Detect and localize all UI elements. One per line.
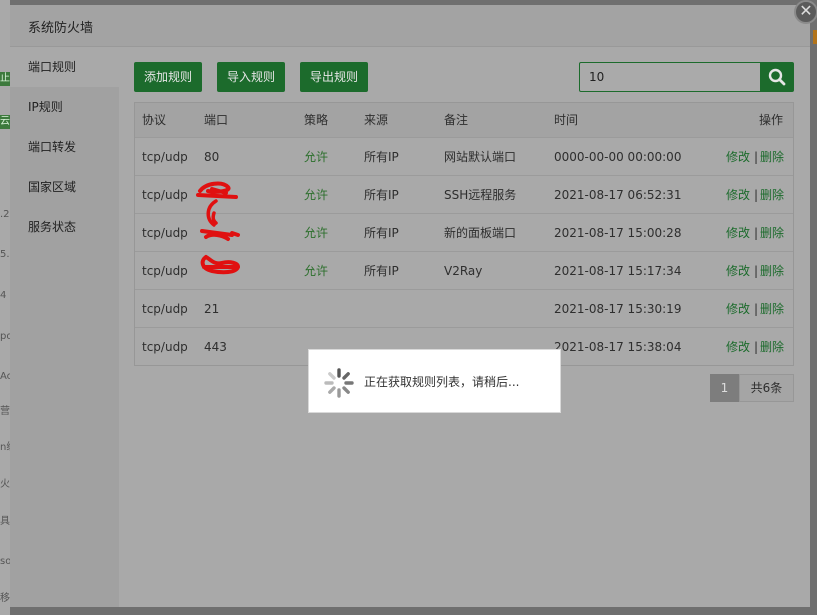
cell-protocol: tcp/udp	[142, 340, 188, 354]
background-fragment: Ac	[0, 371, 10, 382]
background-fragment: 火墙	[0, 479, 10, 490]
edit-link[interactable]: 修改	[726, 214, 750, 252]
delete-link[interactable]: 删除	[760, 290, 784, 328]
background-fragment: po	[0, 331, 10, 342]
cell-port: 443	[204, 340, 227, 354]
cell-time: 2021-08-17 15:00:28	[554, 226, 682, 240]
cell-port: 21	[204, 302, 220, 316]
background-fragment: 营	[0, 406, 10, 417]
cell-protocol: tcp/udp	[142, 188, 188, 202]
loading-dialog: 正在获取规则列表，请稍后...	[308, 349, 561, 413]
cell-time: 2021-08-17 06:52:31	[554, 188, 682, 202]
delete-link[interactable]: 删除	[760, 176, 784, 214]
action-separator: |	[754, 340, 759, 354]
rules-table: 协议 端口 策略 来源 备注 时间 操作 tcp/udp 80 允许 所有IP …	[134, 102, 794, 413]
background-fragment: 云i	[0, 115, 10, 129]
cell-time: 2021-08-17 15:17:34	[554, 264, 682, 278]
cell-source: 所有IP	[364, 264, 399, 278]
table-row: tcp/udp 21 2021-08-17 15:30:19 修改 | 删除	[135, 290, 793, 328]
delete-link[interactable]: 删除	[760, 138, 784, 176]
cell-note: V2Ray	[444, 264, 483, 278]
column-header-actions: 操作	[759, 113, 784, 127]
cell-source: 所有IP	[364, 150, 399, 164]
cell-time: 2021-08-17 15:38:04	[554, 340, 682, 354]
cell-policy: 允许	[304, 264, 329, 278]
close-icon[interactable]: ✕	[794, 0, 817, 24]
table-header: 协议 端口 策略 来源 备注 时间 操作	[135, 103, 793, 138]
cell-source: 所有IP	[364, 226, 399, 240]
sidebar-item-port-forward[interactable]: 端口转发	[10, 127, 119, 167]
page-1-button[interactable]: 1	[710, 374, 739, 402]
cell-note: 新的面板端口	[444, 226, 517, 240]
cell-policy: 允许	[304, 150, 329, 164]
action-separator: |	[754, 226, 759, 240]
cell-protocol: tcp/udp	[142, 264, 188, 278]
sidebar-item-ip-rules[interactable]: IP规则	[10, 87, 119, 127]
add-rule-button[interactable]: 添加规则	[134, 62, 203, 92]
column-header-protocol: 协议	[142, 113, 167, 127]
sidebar: 端口规则 IP规则 端口转发 国家区域 服务状态	[10, 47, 119, 607]
search-input[interactable]: 10	[579, 62, 761, 92]
background-fragment: .2	[0, 209, 10, 220]
redaction-scribble	[196, 181, 241, 275]
cell-source: 所有IP	[364, 188, 399, 202]
background-fragment: so	[0, 556, 10, 567]
edit-link[interactable]: 修改	[726, 138, 750, 176]
modal-title: 系统防火墙	[28, 21, 94, 36]
column-header-note: 备注	[444, 113, 469, 127]
column-header-source: 来源	[364, 113, 389, 127]
cell-note: 网站默认端口	[444, 150, 517, 164]
edit-link[interactable]: 修改	[726, 252, 750, 290]
sidebar-item-service-status[interactable]: 服务状态	[10, 207, 119, 247]
edit-link[interactable]: 修改	[726, 328, 750, 366]
cell-time: 0000-00-00 00:00:00	[554, 150, 682, 164]
edit-link[interactable]: 修改	[726, 176, 750, 214]
export-rules-button[interactable]: 导出规则	[300, 62, 369, 92]
delete-link[interactable]: 删除	[760, 214, 784, 252]
action-separator: |	[754, 302, 759, 316]
column-header-policy: 策略	[304, 113, 329, 127]
firewall-modal: 系统防火墙 ✕ 端口规则 IP规则 端口转发 国家区域 服务状态 添加规则 导入…	[10, 0, 817, 607]
total-count: 共6条	[739, 374, 794, 402]
background-page: 止 云i .2 5. 4 po Ac 营 n级 火墙 具 so 移	[0, 0, 10, 615]
delete-link[interactable]: 删除	[760, 328, 784, 366]
modal-header: 系统防火墙	[10, 5, 810, 47]
cell-protocol: tcp/udp	[142, 150, 188, 164]
action-separator: |	[754, 188, 759, 202]
search-button[interactable]	[760, 62, 794, 92]
cell-protocol: tcp/udp	[142, 302, 188, 316]
background-fragment: 4	[0, 290, 7, 301]
delete-link[interactable]: 删除	[760, 252, 784, 290]
search-icon	[768, 68, 786, 86]
sidebar-item-country-region[interactable]: 国家区域	[10, 167, 119, 207]
background-fragment: 具	[0, 516, 10, 527]
column-header-port: 端口	[204, 113, 229, 127]
background-fragment: 5.	[0, 249, 10, 260]
cell-port: 80	[204, 150, 220, 164]
sidebar-item-port-rules[interactable]: 端口规则	[10, 47, 119, 87]
loading-spinner-icon	[324, 368, 354, 398]
table-row: tcp/udp 80 允许 所有IP 网站默认端口 0000-00-00 00:…	[135, 138, 793, 176]
background-fragment: n级	[0, 442, 10, 453]
action-separator: |	[754, 150, 759, 164]
background-fragment: 移	[0, 593, 10, 604]
column-header-time: 时间	[554, 113, 579, 127]
cell-protocol: tcp/udp	[142, 226, 188, 240]
import-rules-button[interactable]: 导入规则	[217, 62, 286, 92]
loading-message: 正在获取规则列表，请稍后...	[364, 375, 520, 389]
cell-time: 2021-08-17 15:30:19	[554, 302, 682, 316]
background-fragment: 止	[0, 72, 10, 86]
action-separator: |	[754, 264, 759, 278]
cell-policy: 允许	[304, 226, 329, 240]
main-content: 添加规则 导入规则 导出规则 10 协议 端口 策略 来源 备注 时间 操作 t…	[119, 47, 810, 607]
cell-note: SSH远程服务	[444, 188, 517, 202]
cell-policy: 允许	[304, 188, 329, 202]
edit-link[interactable]: 修改	[726, 290, 750, 328]
background-accent	[813, 30, 817, 44]
